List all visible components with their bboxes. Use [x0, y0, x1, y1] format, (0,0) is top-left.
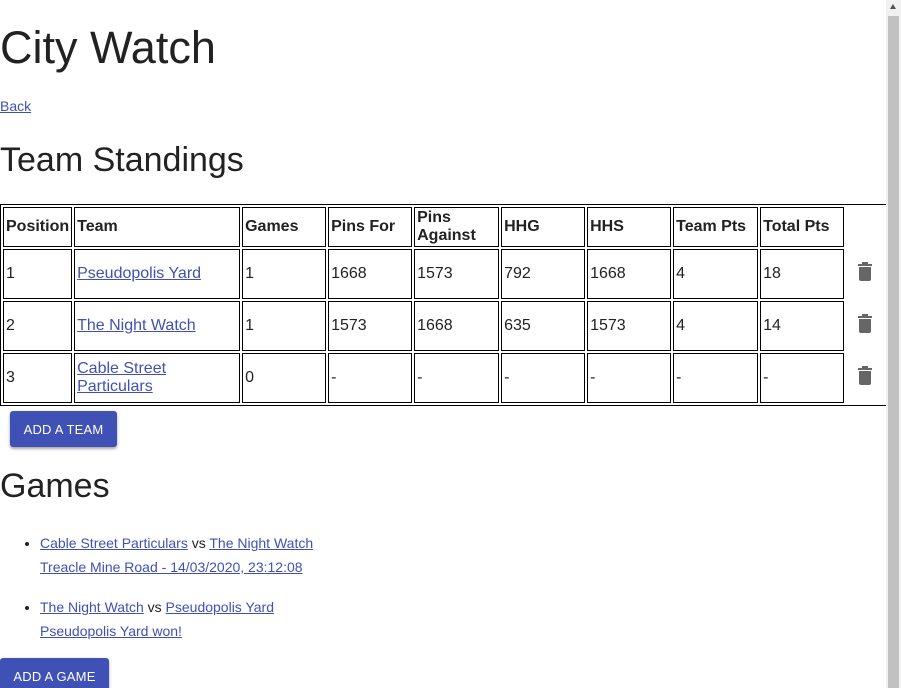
scroll-up-arrow-icon[interactable] [890, 4, 896, 9]
game-matchup: Cable Street Particulars vs The Night Wa… [40, 531, 313, 555]
cell-hhs: 1668 [587, 249, 672, 299]
cell-games: 0 [242, 353, 327, 403]
away-team-link[interactable]: Pseudopolis Yard [166, 599, 274, 615]
table-row: 3 Cable Street Particulars 0 - - - - - - [3, 353, 884, 403]
cell-hhs: - [587, 353, 672, 403]
cell-hhs: 1573 [587, 301, 672, 351]
column-header-pins-against: Pins Against [414, 207, 500, 247]
cell-total-pts: 18 [760, 249, 845, 299]
column-header-position: Position [3, 207, 73, 247]
list-item: The Night Watch vs Pseudopolis Yard Pseu… [40, 595, 313, 643]
cell-pins-against: 1668 [414, 301, 500, 351]
column-header-hhg: HHG [501, 207, 586, 247]
vs-label: vs [147, 599, 162, 615]
back-link[interactable]: Back [0, 97, 31, 115]
cell-position: 3 [3, 353, 73, 403]
cell-hhg: - [501, 353, 586, 403]
cell-position: 1 [3, 249, 73, 299]
scrollbar-thumb[interactable] [888, 16, 899, 688]
table-row: 1 Pseudopolis Yard 1 1668 1573 792 1668 … [3, 249, 884, 299]
trash-icon[interactable] [858, 365, 873, 385]
cell-pins-against: 1573 [414, 249, 500, 299]
cell-team: Cable Street Particulars [74, 353, 241, 403]
trash-icon[interactable] [858, 313, 873, 333]
team-link[interactable]: The Night Watch [77, 317, 196, 334]
cell-pins-for: - [328, 353, 413, 403]
column-header-pins-for: Pins For [328, 207, 413, 247]
column-header-actions [846, 207, 884, 247]
trash-icon[interactable] [858, 261, 873, 281]
standings-table: Position Team Games Pins For Pins Agains… [0, 204, 886, 406]
standings-heading: Team Standings [0, 141, 244, 179]
cell-actions [846, 301, 884, 351]
cell-team-pts: 4 [673, 249, 759, 299]
page: City Watch Back Team Standings Position … [0, 0, 886, 688]
cell-total-pts: - [760, 353, 845, 403]
column-header-total-pts: Total Pts [760, 207, 845, 247]
home-team-link[interactable]: Cable Street Particulars [40, 535, 188, 551]
game-detail-link[interactable]: Treacle Mine Road - 14/03/2020, 23:12:08 [40, 559, 303, 575]
cell-pins-for: 1573 [328, 301, 413, 351]
cell-team: The Night Watch [74, 301, 241, 351]
cell-actions [846, 249, 884, 299]
cell-hhg: 792 [501, 249, 586, 299]
column-header-hhs: HHS [587, 207, 672, 247]
cell-games: 1 [242, 301, 327, 351]
column-header-team: Team [74, 207, 241, 247]
cell-hhg: 635 [501, 301, 586, 351]
home-team-link[interactable]: The Night Watch [40, 599, 144, 615]
page-title: City Watch [0, 22, 216, 73]
vs-label: vs [191, 535, 206, 551]
cell-actions [846, 353, 884, 403]
cell-position: 2 [3, 301, 73, 351]
team-link[interactable]: Cable Street Particulars [77, 360, 166, 395]
game-detail-link[interactable]: Pseudopolis Yard won! [40, 623, 182, 639]
team-link[interactable]: Pseudopolis Yard [77, 265, 201, 282]
cell-pins-for: 1668 [328, 249, 413, 299]
add-team-button[interactable]: ADD A TEAM [10, 411, 117, 447]
column-header-team-pts: Team Pts [673, 207, 759, 247]
game-matchup: The Night Watch vs Pseudopolis Yard [40, 595, 313, 619]
cell-team-pts: 4 [673, 301, 759, 351]
list-item: Cable Street Particulars vs The Night Wa… [40, 531, 313, 579]
table-header-row: Position Team Games Pins For Pins Agains… [3, 207, 884, 247]
column-header-games: Games [242, 207, 327, 247]
cell-team-pts: - [673, 353, 759, 403]
table-row: 2 The Night Watch 1 1573 1668 635 1573 4… [3, 301, 884, 351]
games-heading: Games [0, 467, 110, 505]
cell-total-pts: 14 [760, 301, 845, 351]
cell-team: Pseudopolis Yard [74, 249, 241, 299]
games-list: Cable Street Particulars vs The Night Wa… [0, 531, 313, 659]
vertical-scrollbar[interactable] [886, 0, 901, 688]
cell-games: 1 [242, 249, 327, 299]
add-game-button[interactable]: ADD A GAME [0, 658, 109, 688]
cell-pins-against: - [414, 353, 500, 403]
away-team-link[interactable]: The Night Watch [209, 535, 313, 551]
